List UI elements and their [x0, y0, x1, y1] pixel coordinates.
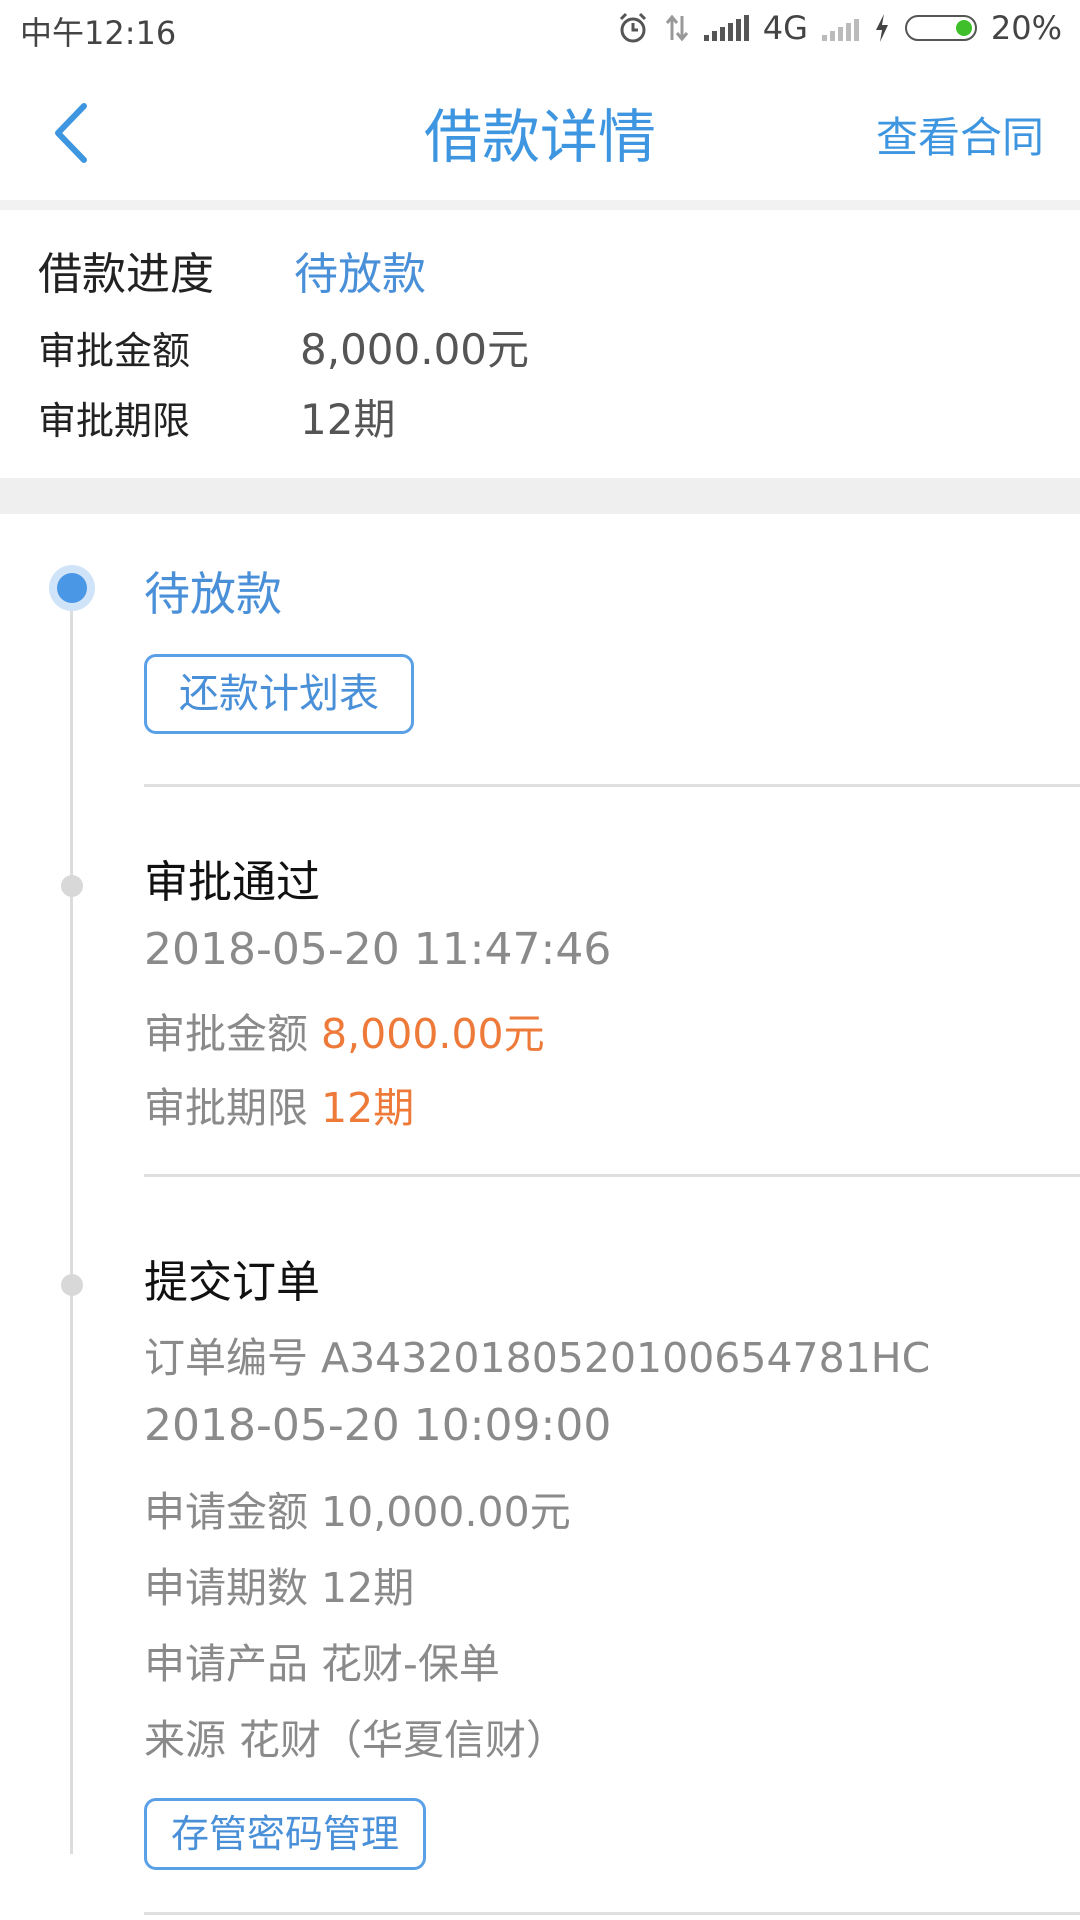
status-bar: 中午12:16 4G 20%	[0, 0, 1080, 58]
timeline-divider	[144, 1174, 1080, 1177]
approved-term-value: 12期	[300, 395, 396, 444]
status-icons: 4G 20%	[616, 6, 1062, 50]
timeline-dot-active	[49, 565, 95, 611]
apply-amount-label: 申请金额	[144, 1488, 308, 1536]
progress-label: 借款进度	[38, 249, 214, 300]
order-number-value: A34320180520100654781HC	[321, 1334, 931, 1382]
section-spacer	[0, 478, 1080, 514]
title-bar: 借款详情 查看合同	[0, 60, 1080, 200]
charging-icon	[875, 14, 888, 42]
repayment-plan-button[interactable]: 还款计划表	[144, 654, 414, 734]
apply-product-line: 申请产品 花财-保单	[144, 1630, 500, 1690]
approved-datetime: 2018-05-20 11:47:46	[144, 924, 612, 975]
approved-amount-value: 8,000.00元	[300, 325, 530, 374]
apply-term-line: 申请期数 12期	[144, 1554, 414, 1614]
source-line: 来源 花财（华夏信财）	[144, 1706, 567, 1766]
step-pending-title: 待放款	[144, 567, 282, 621]
apply-amount-line: 申请金额 10,000.00元	[144, 1478, 571, 1538]
approved-amount-label: 审批金额	[38, 329, 191, 373]
order-number-label: 订单编号	[144, 1334, 308, 1382]
timeline-dot	[61, 1274, 83, 1296]
loan-summary: 借款进度 待放款 审批金额 8,000.00元 审批期限 12期	[0, 210, 1080, 478]
signal-icon	[703, 15, 749, 41]
data-arrows-icon	[665, 14, 688, 42]
timeline-dot	[61, 875, 83, 897]
order-number-line: 订单编号 A34320180520100654781HC	[144, 1324, 930, 1384]
network-type: 4G	[762, 9, 808, 47]
approved-term-label: 审批期限	[144, 1084, 308, 1132]
battery-icon	[904, 15, 977, 41]
timeline-line	[70, 584, 73, 1854]
source-label: 来源	[144, 1716, 226, 1764]
step-submitted-title: 提交订单	[144, 1257, 320, 1308]
approved-term-label: 审批期限	[38, 399, 191, 443]
progress-value: 待放款	[294, 249, 426, 300]
approved-term-row: 审批期限 12期	[38, 386, 395, 447]
progress-row: 借款进度 待放款	[38, 238, 426, 302]
source-value: 花财（华夏信财）	[239, 1716, 568, 1764]
timeline-divider	[144, 1912, 1080, 1915]
apply-term-label: 申请期数	[144, 1564, 308, 1612]
timeline-divider	[144, 784, 1080, 787]
battery-percent: 20%	[990, 9, 1062, 47]
header-divider	[0, 200, 1080, 210]
custody-password-button[interactable]: 存管密码管理	[144, 1798, 426, 1870]
approved-term-value: 12期	[321, 1084, 415, 1132]
approved-amount-row: 审批金额 8,000.00元	[38, 316, 529, 377]
status-time: 中午12:16	[20, 14, 177, 52]
alarm-icon	[619, 12, 646, 43]
apply-product-label: 申请产品	[144, 1640, 308, 1688]
apply-product-value: 花财-保单	[321, 1640, 500, 1688]
loan-detail-screen: 中午12:16 4G 20% 借款详情 查看合同 借款进度 待放款 审批金额 8…	[0, 0, 1080, 1920]
submitted-datetime: 2018-05-20 10:09:00	[144, 1400, 612, 1451]
loan-timeline: 待放款 还款计划表 审批通过 2018-05-20 11:47:46 审批金额 …	[0, 514, 1080, 1920]
approved-amount-label: 审批金额	[144, 1010, 308, 1058]
view-contract-link[interactable]: 查看合同	[876, 104, 1044, 165]
approved-amount-value: 8,000.00元	[321, 1010, 545, 1058]
approved-term-line: 审批期限 12期	[144, 1074, 414, 1134]
apply-term-value: 12期	[321, 1564, 415, 1612]
apply-amount-value: 10,000.00元	[321, 1488, 571, 1536]
step-approved-title: 审批通过	[144, 857, 320, 908]
approved-amount-line: 审批金额 8,000.00元	[144, 1000, 545, 1060]
no-signal-icon	[821, 15, 859, 41]
